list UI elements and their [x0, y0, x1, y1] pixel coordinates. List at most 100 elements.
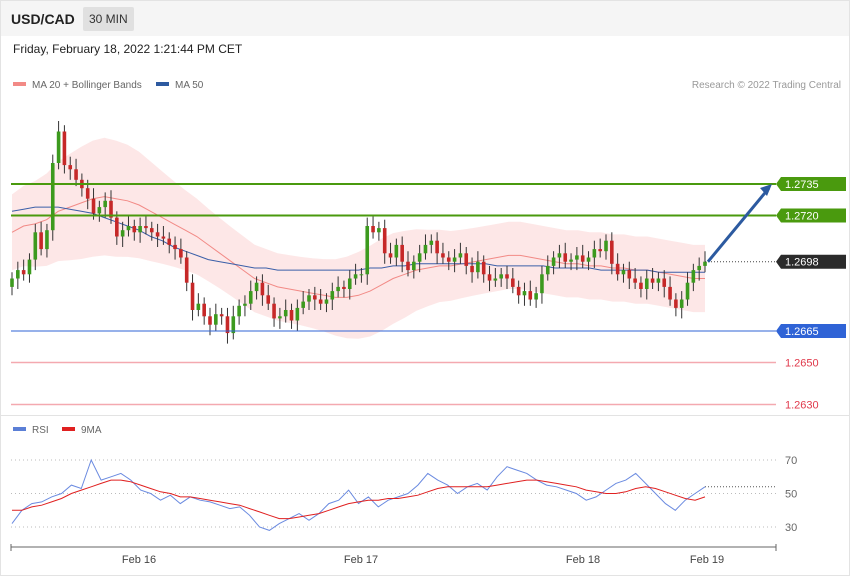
candle-body — [563, 253, 568, 262]
candle-body — [575, 255, 579, 260]
rsi-tick-label: 70 — [785, 455, 797, 467]
candle-body — [254, 282, 259, 292]
candle-body — [674, 299, 678, 308]
candle-body — [16, 270, 20, 279]
candle-body — [446, 257, 451, 262]
x-tick-label: Feb 17 — [344, 554, 378, 566]
candle-body — [138, 226, 142, 233]
candle-body — [703, 261, 707, 266]
candle-body — [196, 303, 201, 310]
candle-body — [214, 314, 218, 325]
rsi-tick-label: 50 — [785, 489, 797, 501]
candle-body — [342, 286, 346, 289]
candle-body — [487, 274, 492, 281]
candle-body — [74, 169, 78, 180]
candle-body — [313, 295, 317, 300]
candle-body — [545, 265, 550, 275]
candle-body — [627, 270, 632, 279]
support-label: 1.2650 — [785, 358, 819, 370]
candle-body — [97, 207, 102, 214]
candle-body — [336, 286, 340, 292]
candle-body — [650, 278, 655, 283]
candle-body — [586, 257, 591, 262]
candle-body — [307, 295, 311, 302]
candle-body — [190, 282, 195, 310]
candle-body — [481, 261, 486, 275]
candle-body — [179, 249, 183, 258]
candle-body — [243, 303, 247, 306]
candle-body — [85, 188, 90, 199]
candle-body — [458, 253, 463, 258]
candle-body — [592, 249, 597, 258]
candle-body — [656, 278, 661, 283]
candle-body — [633, 278, 637, 283]
projection-arrow-shaft — [706, 187, 771, 263]
candle-body — [598, 249, 602, 252]
candle-body — [10, 278, 14, 287]
candle-body — [569, 259, 573, 262]
bollinger-band — [12, 137, 705, 339]
candle-body — [540, 274, 544, 294]
candle-body — [610, 240, 614, 264]
candle-body — [534, 293, 538, 300]
candle-body — [208, 316, 212, 325]
candle-body — [644, 278, 649, 289]
candle-body — [144, 226, 148, 229]
candle-body — [126, 226, 131, 231]
rsi-line — [11, 458, 706, 531]
candle-body — [68, 165, 73, 170]
candle-body — [167, 238, 172, 245]
candle-body — [272, 303, 276, 319]
candle-body — [423, 244, 428, 254]
candle-body — [400, 244, 404, 262]
candle-body — [359, 274, 364, 276]
candle-body — [50, 163, 55, 231]
candle-body — [417, 253, 422, 262]
candle-body — [406, 261, 410, 271]
candle-body — [45, 230, 49, 250]
candle-body — [615, 263, 620, 275]
candle-body — [62, 131, 67, 166]
candle-body — [202, 303, 206, 317]
candle-body — [318, 299, 323, 304]
candle-body — [382, 228, 387, 254]
candle-body — [91, 198, 96, 214]
candle-body — [278, 316, 282, 319]
candle-body — [365, 226, 370, 275]
candle-body — [39, 232, 43, 250]
candle-body — [377, 228, 381, 233]
candle-body — [347, 278, 352, 289]
candle-body — [173, 244, 177, 250]
candle-body — [528, 291, 533, 300]
candle-body — [394, 244, 399, 258]
candle-body — [557, 253, 562, 258]
candle-body — [522, 291, 527, 296]
candle-body — [476, 261, 480, 273]
candle-body — [324, 299, 329, 304]
candle-body — [412, 261, 416, 271]
candle-body — [115, 217, 119, 237]
candle-body — [219, 314, 224, 317]
candle-body — [21, 270, 26, 275]
candle-body — [668, 286, 672, 300]
candle-body — [371, 226, 375, 233]
resistance-label: 1.2735 — [785, 179, 819, 191]
candle-body — [499, 274, 503, 279]
candle-body — [283, 310, 288, 317]
candle-body — [149, 228, 154, 233]
candle-body — [248, 291, 253, 304]
rsi-tick-label: 30 — [785, 522, 797, 534]
candle-body — [330, 291, 335, 300]
candle-body — [464, 253, 469, 266]
current-price-label: 1.2698 — [785, 257, 819, 269]
candle-body — [604, 240, 608, 252]
candle-body — [295, 307, 300, 321]
candle-body — [516, 286, 521, 296]
candle-body — [266, 295, 271, 304]
projection-arrow-head — [760, 184, 772, 196]
resistance-label: 1.2720 — [785, 211, 819, 223]
candle-body — [662, 278, 667, 287]
candle-body — [103, 200, 107, 208]
candle-body — [621, 270, 626, 275]
candle-body — [470, 265, 474, 273]
